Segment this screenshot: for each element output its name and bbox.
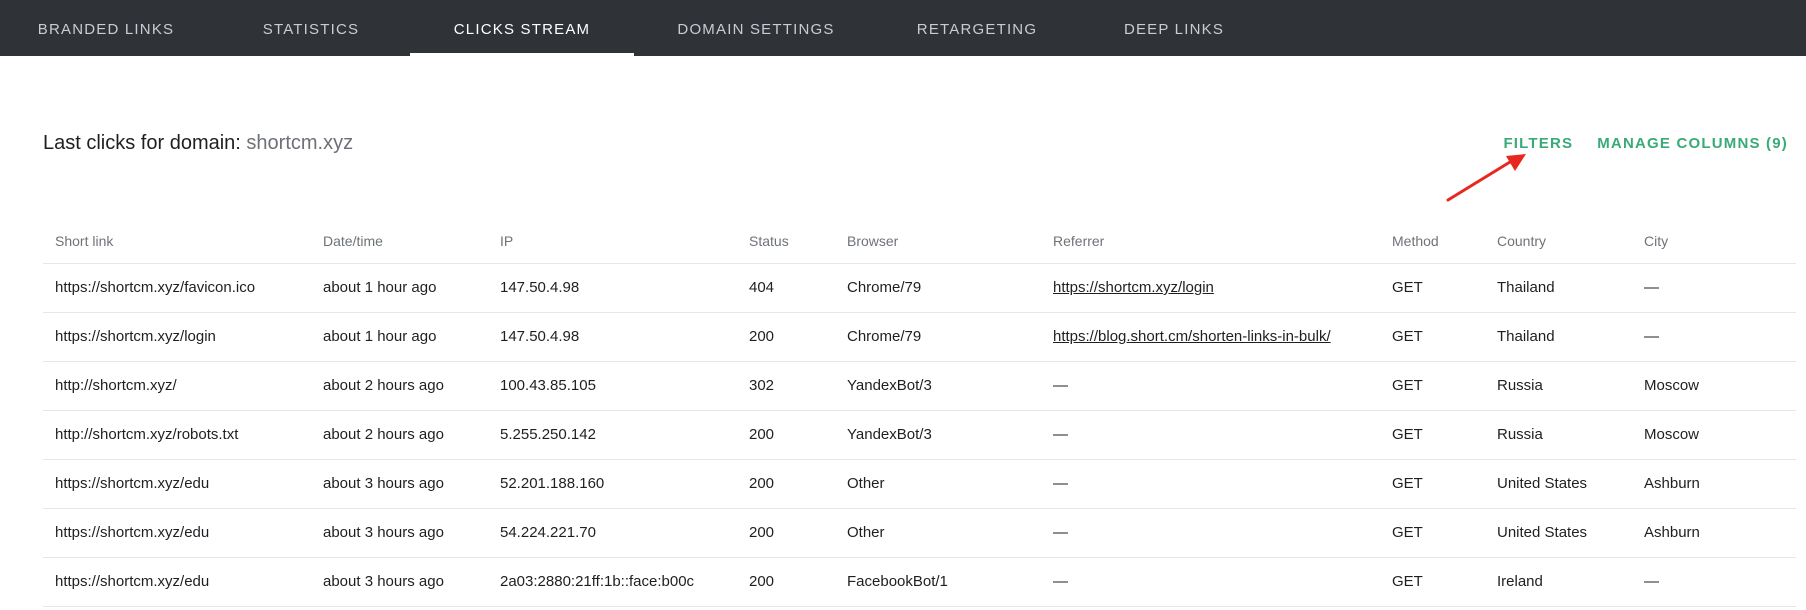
status-cell: 200 [737, 312, 835, 362]
country-cell: Ireland [1485, 557, 1632, 607]
method-cell: GET [1380, 459, 1485, 509]
datetime-cell: about 2 hours ago [311, 361, 488, 411]
column-header-short-link[interactable]: Short link [43, 220, 311, 264]
short-link-cell[interactable]: https://shortcm.xyz/edu [43, 508, 311, 558]
country-cell: Russia [1485, 361, 1632, 411]
country-cell: Thailand [1485, 312, 1632, 362]
datetime-cell: about 2 hours ago [311, 410, 488, 460]
header-actions: FILTERS MANAGE COLUMNS (9) [1503, 135, 1788, 152]
annotation-arrow-icon [1446, 154, 1526, 202]
table-row: https://shortcm.xyz/edu about 3 hours ag… [43, 459, 1796, 509]
city-cell: — [1632, 312, 1796, 362]
referrer-cell: — [1041, 459, 1380, 509]
city-cell: Moscow [1632, 410, 1796, 460]
short-link-cell[interactable]: https://shortcm.xyz/edu [43, 459, 311, 509]
tab-branded-links[interactable]: BRANDED LINKS [0, 0, 212, 56]
tab-deep-links[interactable]: DEEP LINKS [1076, 0, 1272, 56]
table-row: http://shortcm.xyz/robots.txt about 2 ho… [43, 410, 1796, 460]
short-link-cell[interactable]: http://shortcm.xyz/ [43, 361, 311, 411]
ip-cell: 147.50.4.98 [488, 263, 737, 313]
page-title-prefix: Last clicks for domain: [43, 132, 241, 154]
column-header-date-time[interactable]: Date/time [311, 220, 488, 264]
status-cell: 200 [737, 557, 835, 607]
status-cell: 200 [737, 459, 835, 509]
method-cell: GET [1380, 508, 1485, 558]
datetime-cell: about 3 hours ago [311, 508, 488, 558]
browser-cell: Chrome/79 [835, 312, 1041, 362]
referrer-link[interactable]: https://shortcm.xyz/login [1053, 279, 1214, 296]
method-cell: GET [1380, 263, 1485, 313]
browser-cell: YandexBot/3 [835, 410, 1041, 460]
short-link-cell[interactable]: https://shortcm.xyz/favicon.ico [43, 263, 311, 313]
browser-cell: YandexBot/3 [835, 361, 1041, 411]
status-cell: 200 [737, 508, 835, 558]
referrer-cell: https://blog.short.cm/shorten-links-in-b… [1041, 312, 1380, 362]
ip-cell: 147.50.4.98 [488, 312, 737, 362]
column-header-ip[interactable]: IP [488, 220, 737, 264]
referrer-cell: — [1041, 361, 1380, 411]
tab-clicks-stream[interactable]: CLICKS STREAM [410, 0, 634, 56]
ip-cell: 54.224.221.70 [488, 508, 737, 558]
datetime-cell: about 1 hour ago [311, 263, 488, 313]
city-cell: Ashburn [1632, 459, 1796, 509]
clicks-table: Short link Date/time IP Status Browser R… [43, 220, 1796, 607]
column-header-country[interactable]: Country [1485, 220, 1632, 264]
short-link-cell[interactable]: http://shortcm.xyz/robots.txt [43, 410, 311, 460]
table-row: http://shortcm.xyz/ about 2 hours ago 10… [43, 361, 1796, 411]
column-header-browser[interactable]: Browser [835, 220, 1041, 264]
city-cell: — [1632, 557, 1796, 607]
method-cell: GET [1380, 361, 1485, 411]
short-link-cell[interactable]: https://shortcm.xyz/edu [43, 557, 311, 607]
ip-cell: 5.255.250.142 [488, 410, 737, 460]
browser-cell: Other [835, 459, 1041, 509]
referrer-cell: — [1041, 508, 1380, 558]
country-cell: Thailand [1485, 263, 1632, 313]
browser-cell: Chrome/79 [835, 263, 1041, 313]
column-header-status[interactable]: Status [737, 220, 835, 264]
column-header-method[interactable]: Method [1380, 220, 1485, 264]
city-cell: Ashburn [1632, 508, 1796, 558]
country-cell: United States [1485, 459, 1632, 509]
method-cell: GET [1380, 312, 1485, 362]
top-navigation: BRANDED LINKS STATISTICS CLICKS STREAM D… [0, 0, 1806, 56]
tab-statistics[interactable]: STATISTICS [212, 0, 410, 56]
city-cell: Moscow [1632, 361, 1796, 411]
page-title: Last clicks for domain: shortcm.xyz [43, 132, 353, 155]
ip-cell: 2a03:2880:21ff:1b::face:b00c [488, 557, 737, 607]
table-row: https://shortcm.xyz/edu about 3 hours ag… [43, 557, 1796, 607]
ip-cell: 100.43.85.105 [488, 361, 737, 411]
datetime-cell: about 3 hours ago [311, 557, 488, 607]
tab-domain-settings[interactable]: DOMAIN SETTINGS [634, 0, 878, 56]
datetime-cell: about 1 hour ago [311, 312, 488, 362]
table-row: https://shortcm.xyz/edu about 3 hours ag… [43, 508, 1796, 558]
referrer-link[interactable]: https://blog.short.cm/shorten-links-in-b… [1053, 328, 1331, 345]
country-cell: Russia [1485, 410, 1632, 460]
ip-cell: 52.201.188.160 [488, 459, 737, 509]
datetime-cell: about 3 hours ago [311, 459, 488, 509]
referrer-cell: — [1041, 557, 1380, 607]
domain-name: shortcm.xyz [246, 132, 354, 154]
table-row: https://shortcm.xyz/login about 1 hour a… [43, 312, 1796, 362]
short-link-cell[interactable]: https://shortcm.xyz/login [43, 312, 311, 362]
referrer-cell: — [1041, 410, 1380, 460]
column-header-referrer[interactable]: Referrer [1041, 220, 1380, 264]
status-cell: 200 [737, 410, 835, 460]
tab-retargeting[interactable]: RETARGETING [878, 0, 1076, 56]
manage-columns-button[interactable]: MANAGE COLUMNS (9) [1597, 135, 1788, 152]
status-cell: 404 [737, 263, 835, 313]
browser-cell: FacebookBot/1 [835, 557, 1041, 607]
country-cell: United States [1485, 508, 1632, 558]
browser-cell: Other [835, 508, 1041, 558]
status-cell: 302 [737, 361, 835, 411]
city-cell: — [1632, 263, 1796, 313]
table-row: https://shortcm.xyz/favicon.ico about 1 … [43, 263, 1796, 313]
column-header-city[interactable]: City [1632, 220, 1796, 264]
table-header-row: Short link Date/time IP Status Browser R… [43, 220, 1796, 264]
referrer-cell: https://shortcm.xyz/login [1041, 263, 1380, 313]
method-cell: GET [1380, 410, 1485, 460]
method-cell: GET [1380, 557, 1485, 607]
